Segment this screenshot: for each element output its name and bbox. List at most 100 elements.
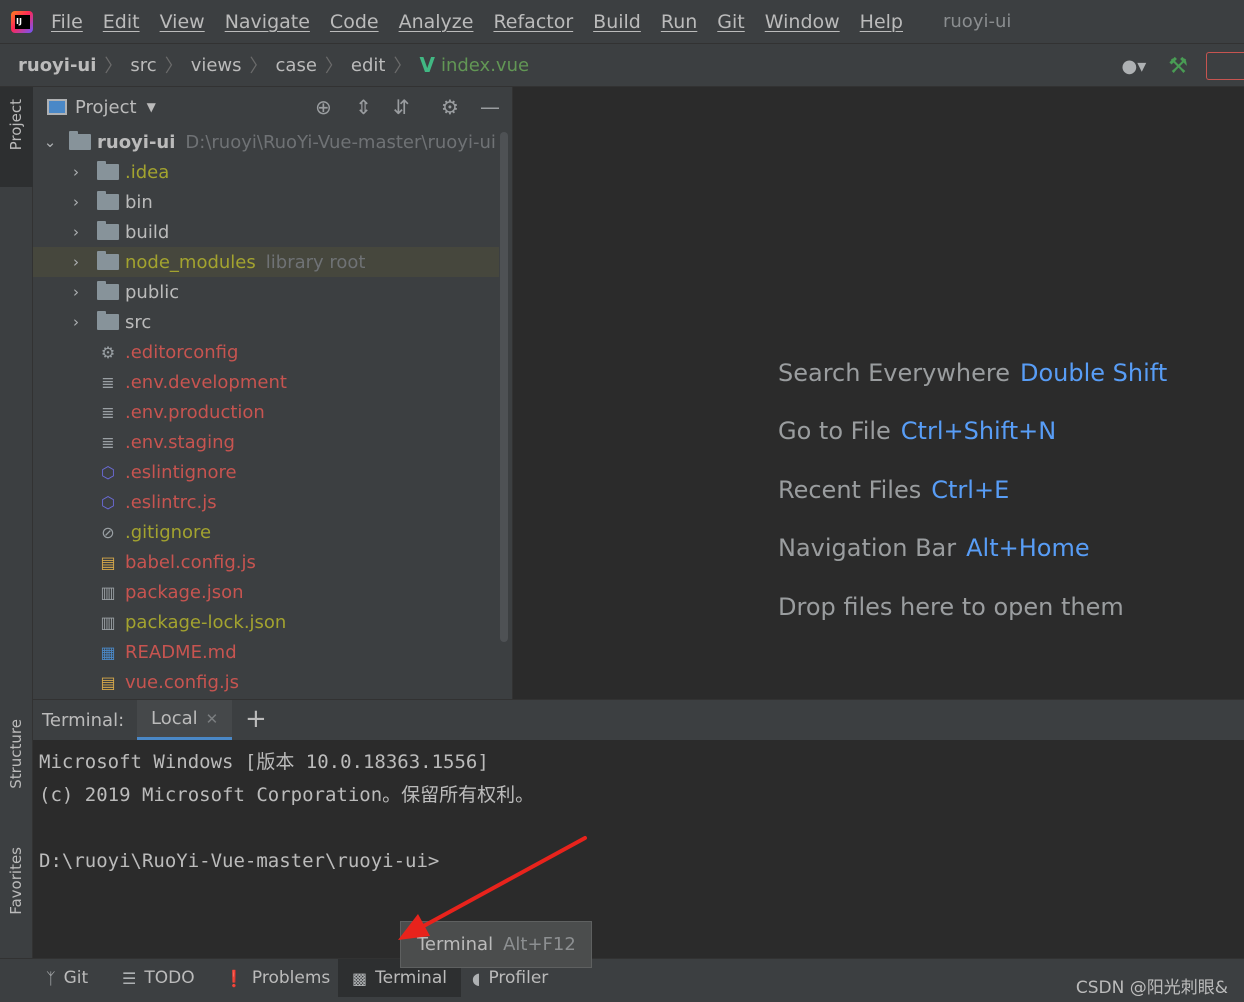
window-title: ruoyi-ui bbox=[943, 11, 1012, 32]
chevron-right-icon[interactable]: › bbox=[67, 223, 85, 241]
menu-help[interactable]: Help bbox=[860, 11, 903, 33]
menu-edit[interactable]: Edit bbox=[103, 11, 140, 33]
tree-file-name: .env.development bbox=[125, 371, 287, 393]
menu-code[interactable]: Code bbox=[330, 11, 379, 33]
tree-file-name: .editorconfig bbox=[125, 341, 239, 363]
tree-file[interactable]: ⬡ .eslintignore bbox=[33, 457, 499, 487]
menu-navigate[interactable]: Navigate bbox=[225, 11, 310, 33]
tree-file[interactable]: ⚙ .editorconfig bbox=[33, 337, 499, 367]
tool-tab-label: TODO bbox=[144, 968, 195, 988]
menu-window[interactable]: Window bbox=[765, 11, 840, 33]
terminal-title: Terminal: bbox=[42, 709, 125, 731]
tree-file[interactable]: ▤ babel.config.js bbox=[33, 547, 499, 577]
tree-file-name: .eslintignore bbox=[125, 461, 237, 483]
tree-file-name: README.md bbox=[125, 641, 237, 663]
tree-folder[interactable]: › .idea bbox=[33, 157, 499, 187]
breadcrumb-item-root[interactable]: ruoyi-ui bbox=[18, 55, 96, 76]
chevron-right-icon[interactable]: › bbox=[67, 193, 85, 211]
hint-label: Recent Files bbox=[778, 476, 922, 504]
expand-all-icon[interactable]: ⇕ bbox=[355, 95, 372, 119]
tree-file[interactable]: ⬡ .eslintrc.js bbox=[33, 487, 499, 517]
terminal-line: (c) 2019 Microsoft Corporation。保留所有权利。 bbox=[39, 784, 535, 806]
tree-file[interactable]: ▥ package.json bbox=[33, 577, 499, 607]
hammer-build-icon[interactable]: ⚒ bbox=[1168, 54, 1188, 79]
menu-file[interactable]: File bbox=[51, 11, 83, 33]
breadcrumb-item-case[interactable]: case bbox=[276, 55, 317, 76]
tool-tab-todo[interactable]: ☰ TODO bbox=[122, 959, 195, 997]
tool-tab-problems[interactable]: ❗ Problems bbox=[224, 959, 330, 997]
chevron-right-icon[interactable]: › bbox=[67, 283, 85, 301]
chevron-down-icon[interactable]: ▼ bbox=[147, 100, 156, 114]
tool-tab-project[interactable]: Project bbox=[0, 87, 33, 187]
menu-build[interactable]: Build bbox=[593, 11, 641, 33]
text-file-icon: ≣ bbox=[101, 402, 115, 422]
tool-tab-favorites[interactable]: Favorites bbox=[7, 847, 25, 915]
eslint-icon: ⬡ bbox=[101, 462, 115, 482]
watermark: CSDN @阳光刺眼& bbox=[1075, 978, 1228, 998]
text-file-icon: ≣ bbox=[101, 432, 115, 452]
chevron-right-icon[interactable]: › bbox=[67, 313, 85, 331]
add-tab-icon[interactable]: + bbox=[245, 704, 267, 734]
tooltip-shortcut: Alt+F12 bbox=[503, 934, 576, 955]
tree-file-name: .env.production bbox=[125, 401, 265, 423]
eslint-icon: ⬡ bbox=[101, 492, 115, 512]
tool-tab-project-label: Project bbox=[7, 99, 25, 151]
terminal-tool-window: Terminal: Local ✕ + Microsoft Windows [版… bbox=[33, 699, 1244, 958]
chevron-right-icon: 〉 bbox=[104, 56, 123, 77]
locate-icon[interactable]: ⊕ bbox=[315, 95, 332, 119]
tree-folder[interactable]: › build bbox=[33, 217, 499, 247]
tool-tab-label: Profiler bbox=[488, 968, 549, 988]
tree-folder[interactable]: › bin bbox=[33, 187, 499, 217]
menu-refactor[interactable]: Refactor bbox=[493, 11, 573, 33]
tree-file-name: .env.staging bbox=[125, 431, 235, 453]
chevron-right-icon[interactable]: › bbox=[67, 253, 85, 271]
user-icon[interactable]: ●▾ bbox=[1122, 56, 1147, 77]
terminal-prompt: D:\ruoyi\RuoYi-Vue-master\ruoyi-ui> bbox=[39, 850, 440, 872]
chevron-right-icon: 〉 bbox=[393, 56, 412, 77]
tree-file[interactable]: ▤ vue.config.js bbox=[33, 667, 499, 697]
hint-go-to-file: Go to File Ctrl+Shift+N bbox=[778, 417, 1056, 445]
tree-file[interactable]: ▥ package-lock.json bbox=[33, 607, 499, 637]
breadcrumb-item-src[interactable]: src bbox=[130, 55, 156, 76]
tree-folder[interactable]: › public bbox=[33, 277, 499, 307]
breadcrumb-item-edit[interactable]: edit bbox=[351, 55, 386, 76]
menu-view[interactable]: View bbox=[160, 11, 205, 33]
chevron-down-icon[interactable]: ⌄ bbox=[41, 133, 59, 151]
tree-folder-name: src bbox=[125, 311, 152, 333]
tree-file[interactable]: ≣ .env.staging bbox=[33, 427, 499, 457]
menu-git[interactable]: Git bbox=[717, 11, 744, 33]
minimize-icon[interactable]: — bbox=[480, 95, 500, 119]
hint-shortcut: Ctrl+E bbox=[931, 476, 1010, 504]
menu-analyze[interactable]: Analyze bbox=[399, 11, 474, 33]
terminal-tab-local[interactable]: Local ✕ bbox=[137, 700, 233, 740]
tree-file[interactable]: ▦ README.md bbox=[33, 637, 499, 667]
tree-file[interactable]: ⊘ .gitignore bbox=[33, 517, 499, 547]
tree-folder[interactable]: › src bbox=[33, 307, 499, 337]
breadcrumb-item-views[interactable]: views bbox=[191, 55, 242, 76]
menu-run[interactable]: Run bbox=[661, 11, 697, 33]
intellij-logo-icon bbox=[11, 10, 33, 33]
js-file-icon: ▤ bbox=[100, 672, 116, 692]
tool-tab-structure[interactable]: Structure bbox=[7, 719, 25, 789]
project-view-selector[interactable]: Project bbox=[75, 97, 137, 118]
tree-file-name: babel.config.js bbox=[125, 551, 256, 573]
tree-folder-name: build bbox=[125, 221, 170, 243]
collapse-all-icon[interactable]: ⇵ bbox=[393, 95, 410, 119]
tree-root[interactable]: ⌄ ruoyi-ui D:\ruoyi\RuoYi-Vue-master\ruo… bbox=[33, 127, 499, 157]
close-icon[interactable]: ✕ bbox=[206, 710, 219, 728]
gear-icon[interactable]: ⚙ bbox=[441, 95, 459, 119]
gear-icon: ⚙ bbox=[100, 342, 116, 362]
project-view-icon bbox=[47, 99, 67, 115]
chevron-right-icon[interactable]: › bbox=[67, 163, 85, 181]
tool-tab-git[interactable]: ᛉ Git bbox=[46, 959, 88, 997]
run-config-icon[interactable] bbox=[1206, 52, 1244, 80]
tree-folder[interactable]: › node_modules library root bbox=[33, 247, 499, 277]
terminal-output[interactable]: Microsoft Windows [版本 10.0.18363.1556] (c… bbox=[39, 746, 534, 878]
scrollbar[interactable] bbox=[500, 132, 508, 642]
hint-label: Go to File bbox=[778, 417, 891, 445]
tree-file[interactable]: ≣ .env.development bbox=[33, 367, 499, 397]
terminal-line: ​ bbox=[39, 812, 534, 845]
terminal-tab-label: Local bbox=[151, 708, 198, 729]
breadcrumb-item-file[interactable]: index.vue bbox=[441, 55, 529, 76]
tree-file[interactable]: ≣ .env.production bbox=[33, 397, 499, 427]
